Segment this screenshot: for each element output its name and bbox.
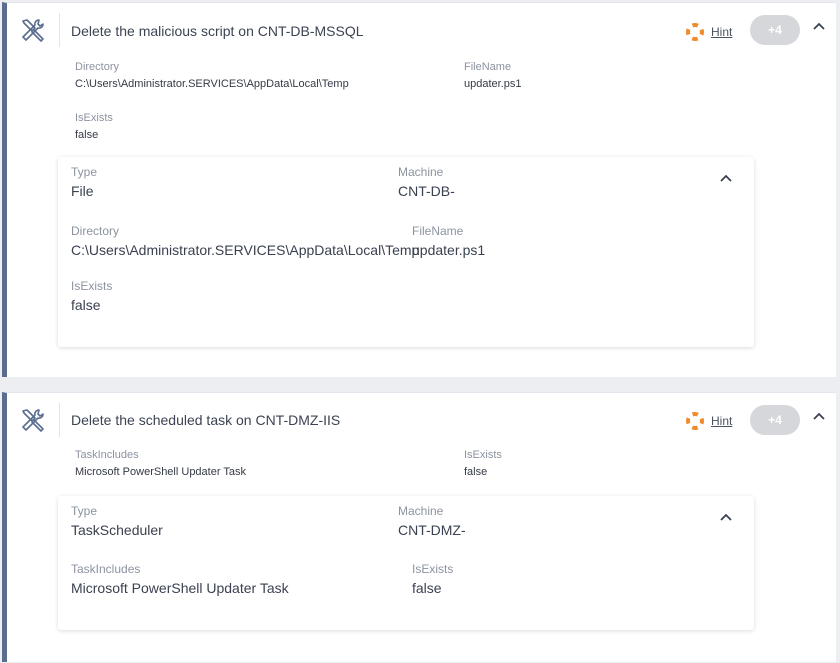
field-filename: FileName updater.ps1 <box>412 224 485 259</box>
chevron-up-icon[interactable] <box>811 19 827 35</box>
field-value: File <box>71 183 94 199</box>
score-badge: +4 <box>750 405 800 435</box>
field-label: TaskIncludes <box>71 562 141 576</box>
field-value: C:\Users\Administrator.SERVICES\AppData\… <box>71 242 420 258</box>
field-taskincludes: TaskIncludes Microsoft PowerShell Update… <box>75 448 246 479</box>
field-label: Machine <box>398 504 444 518</box>
field-value: updater.ps1 <box>464 78 522 90</box>
field-value: TaskScheduler <box>71 522 163 538</box>
field-label: Directory <box>75 61 120 73</box>
task-title: Delete the malicious script on CNT-DB-MS… <box>71 23 364 39</box>
field-isexists: IsExists false <box>464 448 502 479</box>
field-label: FileName <box>464 61 512 73</box>
lifebuoy-icon <box>685 22 705 42</box>
hint-label[interactable]: Hint <box>711 25 732 39</box>
field-isexists: IsExists false <box>71 279 112 314</box>
field-label: FileName <box>412 224 464 238</box>
field-type: Type TaskScheduler <box>71 504 163 539</box>
field-label: TaskIncludes <box>75 449 139 461</box>
header-divider <box>59 13 60 47</box>
field-value: CNT-DB- <box>398 183 455 199</box>
hint-button[interactable]: Hint <box>685 411 732 431</box>
field-label: Directory <box>71 224 120 238</box>
chevron-up-icon[interactable] <box>718 510 734 526</box>
field-type: Type File <box>71 165 97 200</box>
field-directory: Directory C:\Users\Administrator.SERVICE… <box>71 224 419 259</box>
chevron-up-icon[interactable] <box>718 171 734 187</box>
field-label: IsExists <box>464 449 502 461</box>
field-label: IsExists <box>71 279 113 293</box>
field-value: false <box>412 580 442 596</box>
chevron-up-icon[interactable] <box>811 409 827 425</box>
task-card: Delete the scheduled task on CNT-DMZ-IIS… <box>2 392 836 662</box>
detail-panel: Type TaskScheduler Machine CNT-DMZ- Task… <box>58 496 754 630</box>
field-taskincludes: TaskIncludes Microsoft PowerShell Update… <box>71 562 289 597</box>
field-label: Type <box>71 165 98 179</box>
field-value: CNT-DMZ- <box>398 522 466 538</box>
lifebuoy-icon <box>685 411 705 431</box>
field-filename: FileName updater.ps1 <box>464 60 522 91</box>
field-isexists: IsExists false <box>75 111 113 142</box>
tools-icon <box>19 407 47 435</box>
field-value: C:\Users\Administrator.SERVICES\AppData\… <box>75 78 349 90</box>
field-value: Microsoft PowerShell Updater Task <box>71 580 289 596</box>
field-machine: Machine CNT-DMZ- <box>398 504 466 539</box>
field-value: false <box>75 129 99 141</box>
field-machine: Machine CNT-DB- <box>398 165 455 200</box>
hint-button[interactable]: Hint <box>685 22 732 42</box>
task-title: Delete the scheduled task on CNT-DMZ-IIS <box>71 412 341 428</box>
field-label: IsExists <box>412 562 454 576</box>
field-isexists: IsExists false <box>412 562 453 597</box>
field-label: Machine <box>398 165 444 179</box>
field-value: false <box>71 297 101 313</box>
field-directory: Directory C:\Users\Administrator.SERVICE… <box>75 60 349 91</box>
header-divider <box>59 403 60 437</box>
field-value: false <box>464 466 488 478</box>
task-card: Delete the malicious script on CNT-DB-MS… <box>2 2 836 377</box>
field-label: Type <box>71 504 98 518</box>
hint-label[interactable]: Hint <box>711 414 732 428</box>
field-value: Microsoft PowerShell Updater Task <box>75 466 246 478</box>
detail-panel: Type File Machine CNT-DB- Directory C:\U… <box>58 157 754 347</box>
field-value: updater.ps1 <box>412 242 486 258</box>
tools-icon <box>19 17 47 45</box>
field-label: IsExists <box>75 112 113 124</box>
score-badge: +4 <box>750 15 800 45</box>
